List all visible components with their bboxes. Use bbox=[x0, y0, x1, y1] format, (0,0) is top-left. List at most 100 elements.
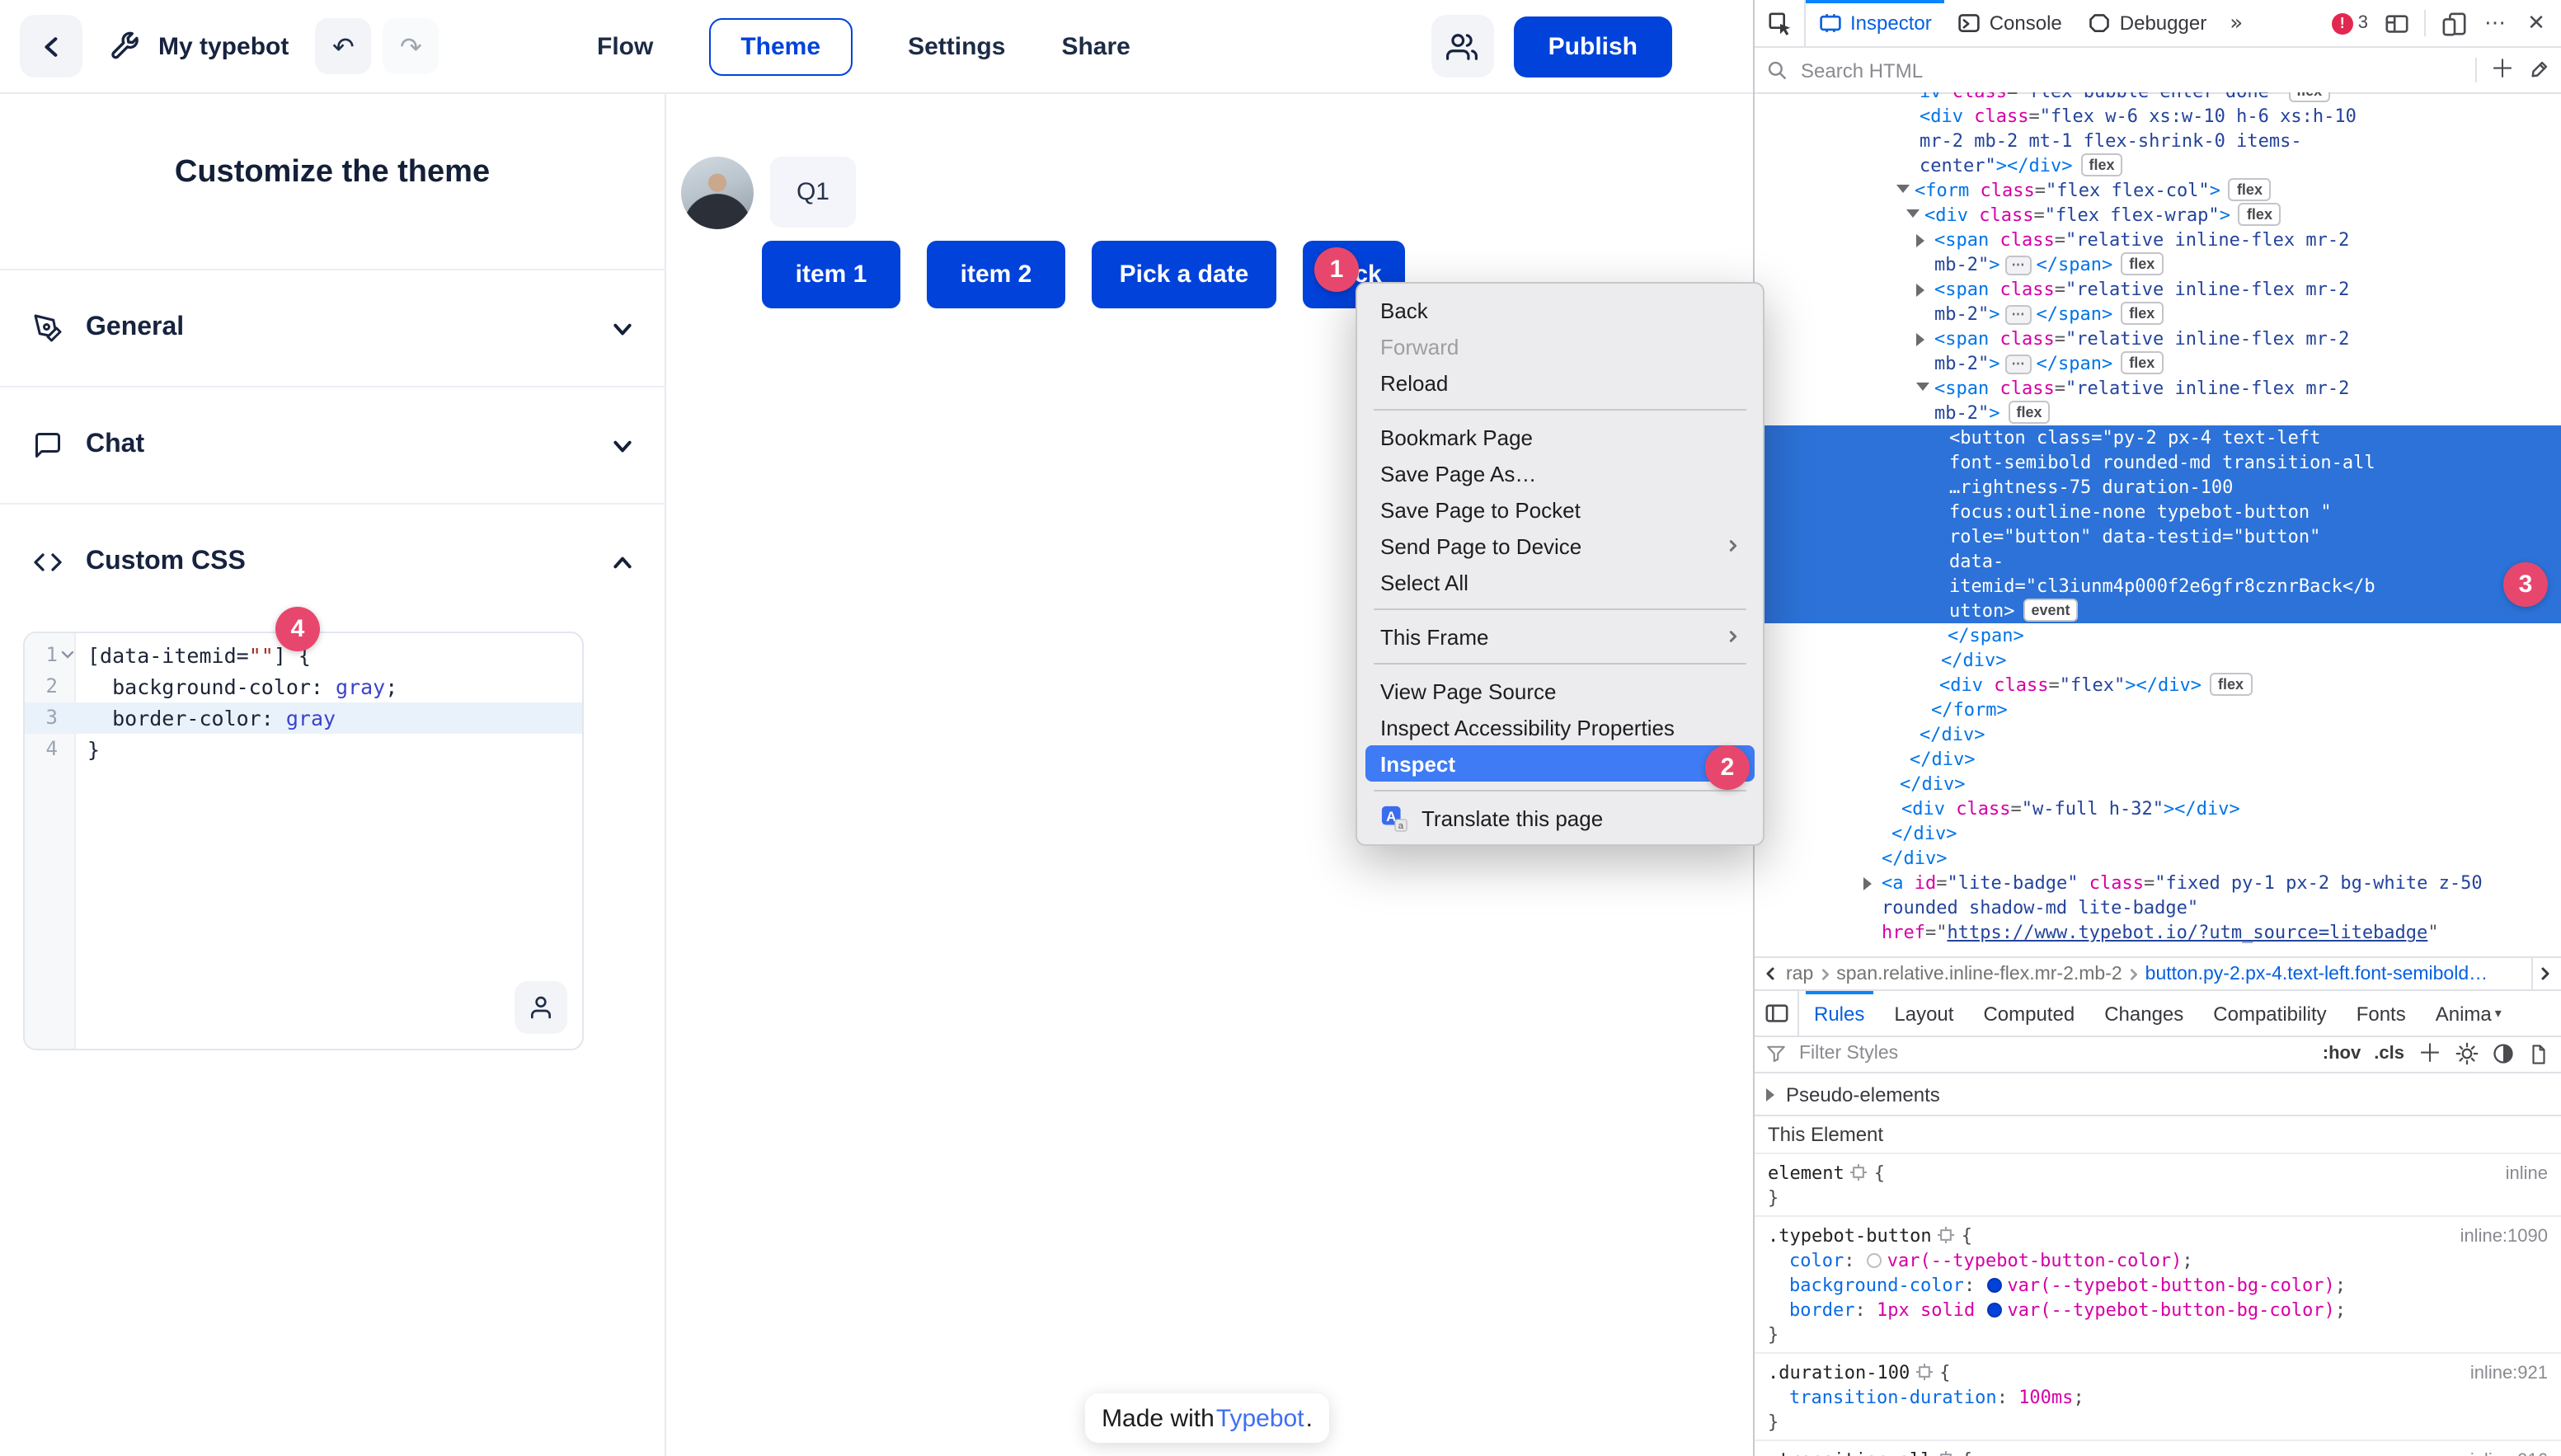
undo-button[interactable]: ↶ bbox=[315, 18, 371, 74]
choice-button-item-1[interactable]: item 1 bbox=[762, 241, 900, 308]
panel-tab-rules[interactable]: Rules bbox=[1799, 991, 1879, 1036]
devtools-tab-debugger[interactable]: Debugger bbox=[2075, 0, 2220, 46]
flex-badge[interactable]: flex bbox=[2121, 351, 2163, 374]
pick-element-button[interactable] bbox=[1755, 0, 1806, 46]
panel-tab-fonts[interactable]: Fonts bbox=[2342, 991, 2421, 1036]
color-swatch[interactable] bbox=[1987, 1303, 2002, 1317]
publish-button[interactable]: Publish bbox=[1514, 16, 1672, 77]
rule-selector-line[interactable]: .typebot-button{ bbox=[1768, 1224, 2548, 1248]
rule-selector[interactable]: .typebot-button bbox=[1768, 1225, 1932, 1247]
markup-row[interactable]: </div> bbox=[1755, 821, 2561, 846]
redo-button[interactable]: ↷ bbox=[383, 18, 439, 74]
markup-row[interactable]: <span class="relative inline-flex mr-2 m… bbox=[1755, 277, 2561, 326]
breadcrumb-scroll-left[interactable] bbox=[1758, 966, 1783, 981]
rule-selector-line[interactable]: element{ bbox=[1768, 1161, 2548, 1186]
tab-theme[interactable]: Theme bbox=[709, 18, 852, 76]
toggle-cls-button[interactable]: .cls bbox=[2374, 1044, 2404, 1064]
rule-selector[interactable]: element bbox=[1768, 1162, 1844, 1184]
stylesheet-link[interactable]: inline bbox=[2506, 1162, 2548, 1187]
print-media-icon[interactable] bbox=[2528, 1043, 2549, 1064]
panel-tab-changes[interactable]: Changes bbox=[2089, 991, 2198, 1036]
flex-badge[interactable]: flex bbox=[2121, 252, 2163, 275]
made-with-brand[interactable]: Typebot bbox=[1216, 1404, 1304, 1432]
tab-overflow-caret-icon[interactable]: ▾ bbox=[2495, 1006, 2502, 1021]
flex-badge[interactable]: flex bbox=[2210, 673, 2252, 696]
markup-row[interactable]: </div> bbox=[1755, 846, 2561, 871]
panel-tab-layout[interactable]: Layout bbox=[1879, 991, 1968, 1036]
expand-arrow-icon[interactable] bbox=[1916, 284, 1924, 297]
devtools-tab-console[interactable]: Console bbox=[1945, 0, 2075, 46]
panel-tab-computed[interactable]: Computed bbox=[1968, 991, 2089, 1036]
collaborators-button[interactable] bbox=[1431, 15, 1494, 77]
menu-item-reload[interactable]: Reload bbox=[1365, 364, 1755, 401]
rule-selector[interactable]: .transition-all bbox=[1768, 1449, 1932, 1456]
rule-selector-line[interactable]: .transition-all{ bbox=[1768, 1448, 2548, 1456]
panel-tab-compatibility[interactable]: Compatibility bbox=[2198, 991, 2341, 1036]
flex-badge[interactable]: flex bbox=[2288, 92, 2330, 102]
markup-row[interactable]: <span class="relative inline-flex mr-2 m… bbox=[1755, 326, 2561, 376]
css-declaration[interactable]: transition-duration: 100ms; bbox=[1768, 1385, 2548, 1410]
menu-item-back[interactable]: Back bbox=[1365, 292, 1755, 328]
eyedropper-icon[interactable] bbox=[2528, 59, 2549, 81]
markup-row[interactable]: </div> bbox=[1755, 747, 2561, 772]
highlight-matches-icon[interactable] bbox=[1938, 1227, 1955, 1243]
editor-line[interactable]: 3 border-color: gray bbox=[25, 702, 582, 734]
event-badge[interactable]: event bbox=[2023, 599, 2079, 622]
menu-item-save-page-to-pocket[interactable]: Save Page to Pocket bbox=[1365, 491, 1755, 528]
color-swatch[interactable] bbox=[1868, 1253, 1882, 1268]
sidebar-section-custom-css[interactable]: Custom CSS bbox=[0, 503, 665, 620]
responsive-mode-icon[interactable] bbox=[2436, 5, 2472, 41]
panel-tab-anima[interactable]: Anima▾ bbox=[2421, 991, 2516, 1036]
stylesheet-link[interactable]: inline:921 bbox=[2470, 1362, 2548, 1387]
made-with-badge[interactable]: Made with Typebot . bbox=[1085, 1393, 1329, 1443]
markup-row[interactable]: iv class="flex bubble enter done"flex bbox=[1755, 92, 2561, 104]
editor-line[interactable]: 4} bbox=[25, 734, 582, 765]
menu-item-inspect-accessibility-properties[interactable]: Inspect Accessibility Properties bbox=[1365, 709, 1755, 745]
markup-row[interactable]: <div class="flex flex-wrap">flex bbox=[1755, 203, 2561, 228]
markup-row[interactable]: </form> bbox=[1755, 697, 2561, 722]
custom-css-editor[interactable]: 1[data-itemid=""] {2 background-color: g… bbox=[23, 632, 584, 1050]
tab-flow[interactable]: Flow bbox=[597, 33, 653, 61]
back-button[interactable] bbox=[20, 15, 82, 77]
color-swatch[interactable] bbox=[1987, 1278, 2002, 1293]
light-theme-icon[interactable] bbox=[2455, 1042, 2479, 1065]
devtools-close-icon[interactable]: ✕ bbox=[2518, 5, 2554, 41]
inline-children-ellipsis[interactable]: ⋯ bbox=[2005, 305, 2032, 325]
devtools-tab-inspector[interactable]: Inspector bbox=[1806, 0, 1945, 46]
inline-children-ellipsis[interactable]: ⋯ bbox=[2005, 355, 2032, 374]
tab-settings[interactable]: Settings bbox=[908, 33, 1005, 61]
rule-selector-line[interactable]: .duration-100{ bbox=[1768, 1360, 2548, 1385]
markup-row[interactable]: <span class="relative inline-flex mr-2 m… bbox=[1755, 376, 2561, 425]
css-declaration[interactable]: border: 1px solid var(--typebot-button-b… bbox=[1768, 1298, 2548, 1322]
sidebar-section-chat[interactable]: Chat bbox=[0, 386, 665, 503]
flex-badge[interactable]: flex bbox=[2080, 153, 2122, 176]
markup-row[interactable]: </div> bbox=[1755, 722, 2561, 747]
expand-arrow-icon[interactable] bbox=[1916, 333, 1924, 346]
expand-arrow-icon[interactable] bbox=[1863, 877, 1872, 890]
inline-children-ellipsis[interactable]: ⋯ bbox=[2005, 256, 2032, 275]
variables-button[interactable] bbox=[515, 981, 567, 1034]
markup-row[interactable]: <div class="w-full h-32"></div> bbox=[1755, 796, 2561, 821]
highlight-matches-icon[interactable] bbox=[1851, 1164, 1868, 1181]
fold-caret-icon[interactable] bbox=[61, 648, 74, 661]
stylesheet-link[interactable]: inline:1090 bbox=[2460, 1225, 2548, 1250]
pseudo-elements-row[interactable]: Pseudo-elements bbox=[1755, 1073, 2561, 1116]
add-rule-icon[interactable]: ＋ bbox=[2418, 1041, 2442, 1066]
markup-row[interactable]: <a id="lite-badge" class="fixed py-1 px-… bbox=[1755, 871, 2561, 945]
markup-row[interactable]: <span class="relative inline-flex mr-2 m… bbox=[1755, 228, 2561, 277]
markup-row[interactable]: <div class="flex w-6 xs:w-10 h-6 xs:h-10… bbox=[1755, 104, 2561, 178]
collapse-arrow-icon[interactable] bbox=[1916, 383, 1929, 391]
breadcrumb-item[interactable]: button.py-2.px-4.text-left.font-semibold… bbox=[2142, 964, 2492, 984]
flex-badge[interactable]: flex bbox=[2009, 401, 2051, 424]
more-tools-icon[interactable]: » bbox=[2220, 11, 2253, 35]
menu-item-inspect[interactable]: Inspect bbox=[1365, 745, 1755, 782]
markup-row[interactable]: </span> bbox=[1755, 623, 2561, 648]
stylesheet-link[interactable]: inline:916 bbox=[2470, 1449, 2548, 1456]
css-declaration[interactable]: color: var(--typebot-button-color); bbox=[1768, 1248, 2548, 1273]
devtools-menu-icon[interactable]: ⋯ bbox=[2477, 5, 2513, 41]
highlight-matches-icon[interactable] bbox=[1938, 1451, 1955, 1456]
markup-row[interactable]: </div> bbox=[1755, 772, 2561, 796]
markup-row[interactable]: </div> bbox=[1755, 648, 2561, 673]
menu-item-this-frame[interactable]: This Frame bbox=[1365, 618, 1755, 655]
highlight-matches-icon[interactable] bbox=[1916, 1364, 1933, 1380]
